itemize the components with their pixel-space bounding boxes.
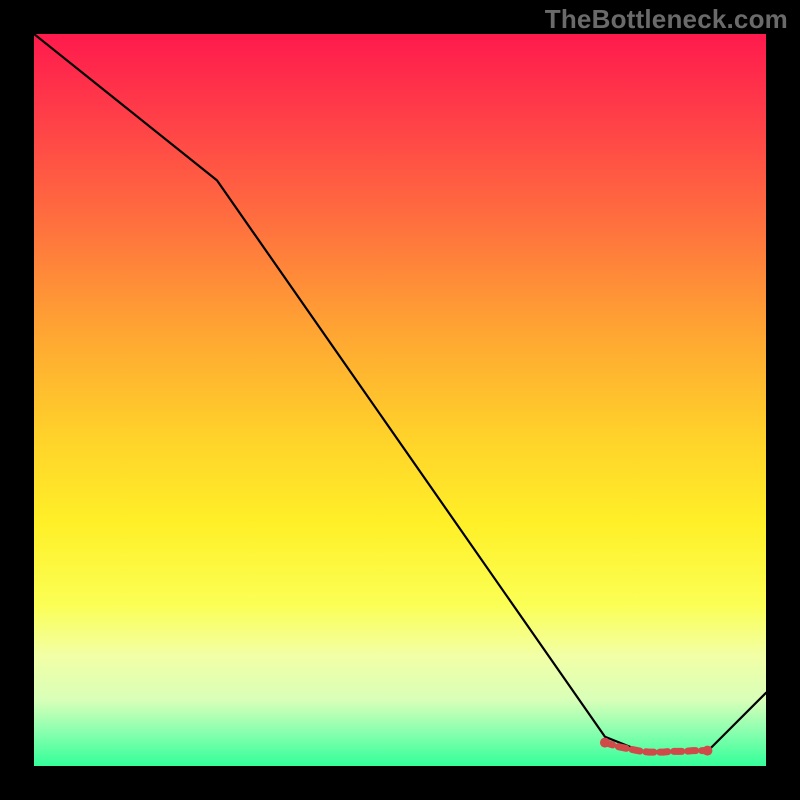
chart-svg	[34, 34, 766, 766]
plot-area	[34, 34, 766, 766]
bottleneck-curve-line	[34, 34, 766, 751]
chart-frame: TheBottleneck.com	[0, 0, 800, 800]
watermark-text: TheBottleneck.com	[545, 4, 788, 35]
